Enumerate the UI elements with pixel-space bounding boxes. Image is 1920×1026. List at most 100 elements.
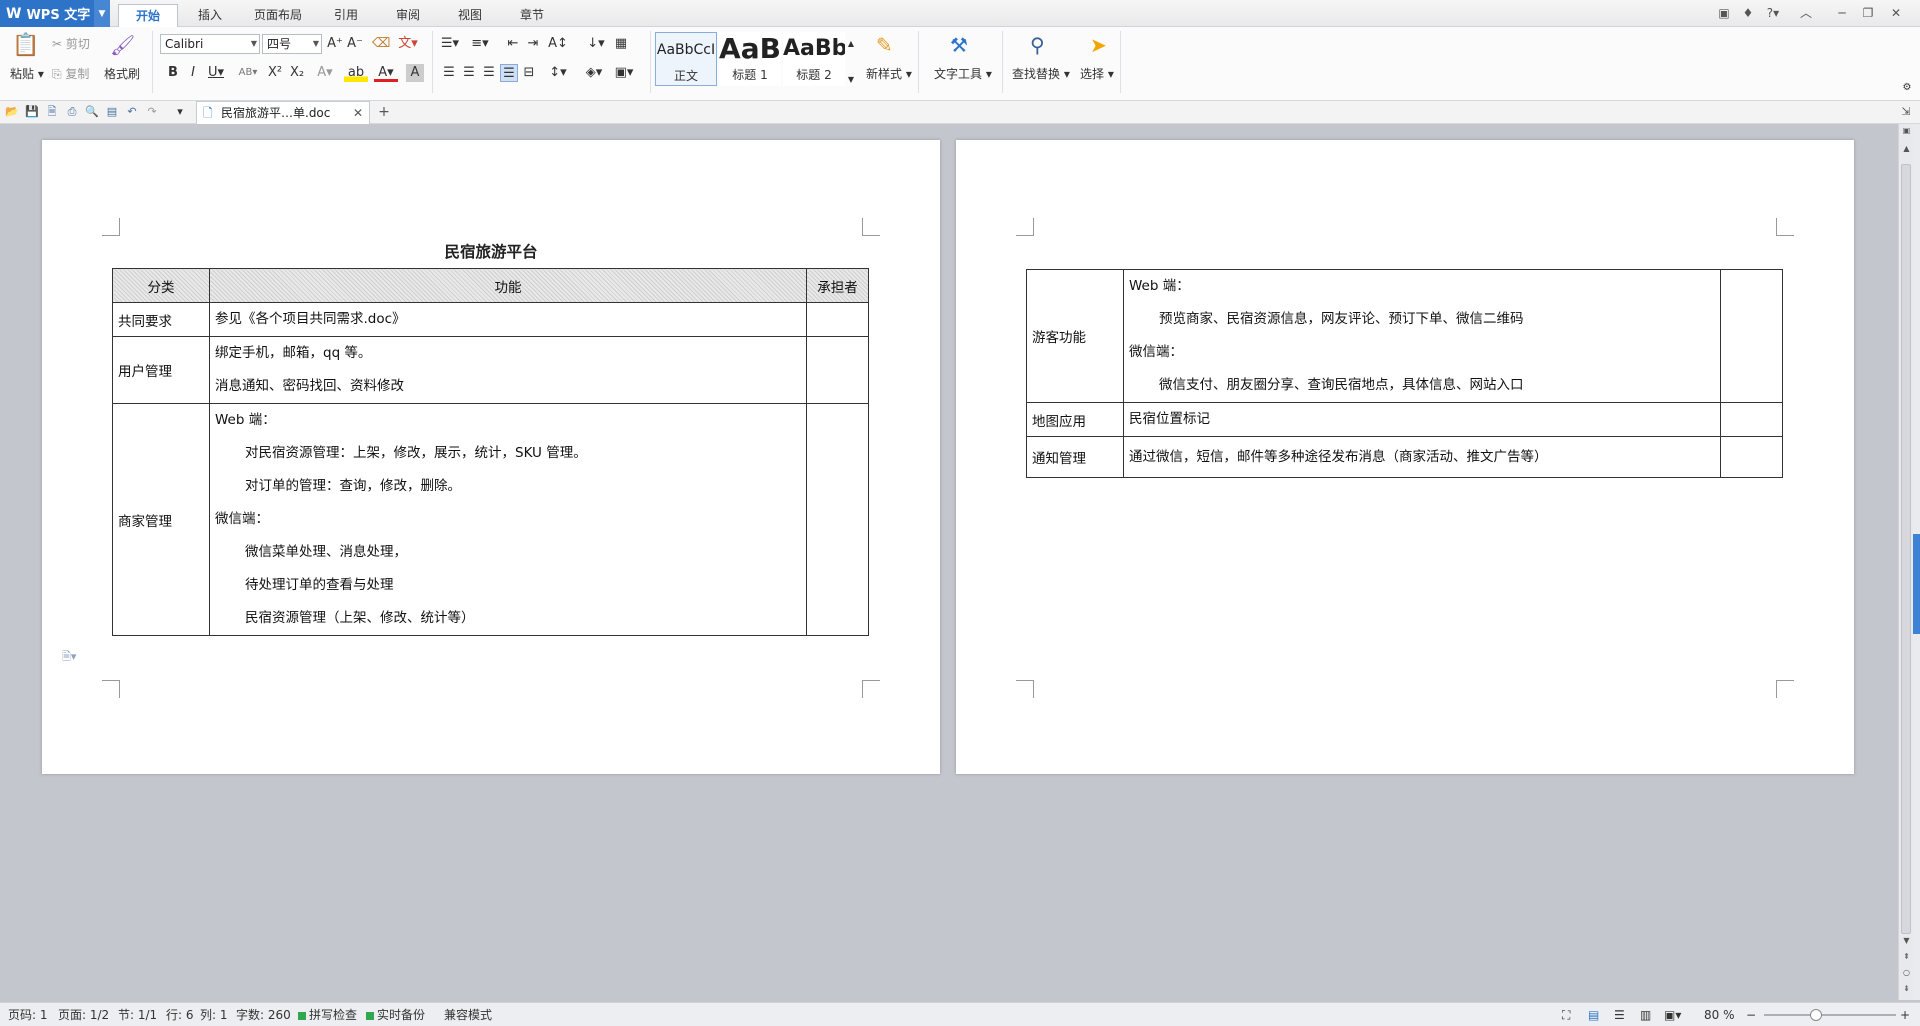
tab-home[interactable]: 开始 [118, 4, 178, 27]
table-row[interactable]: 商家管理 Web 端： 对民宿资源管理：上架，修改，展示，统计，SKU 管理。 … [112, 403, 869, 636]
document-tab[interactable]: 🗋 民宿旅游平…单.doc ✕ [196, 101, 370, 124]
tab-references[interactable]: 引用 [322, 4, 370, 27]
ruler-toggle-icon[interactable]: ▣ [1899, 124, 1914, 138]
font-color-icon[interactable]: A▾ [374, 64, 398, 82]
restore-icon[interactable]: ❐ [1858, 4, 1878, 22]
align-left-icon[interactable]: ☰ [440, 64, 458, 82]
owner-cell[interactable] [806, 403, 869, 636]
styles-more-icon[interactable]: ▼ [846, 71, 856, 89]
tab-view[interactable]: 视图 [446, 4, 494, 27]
save-as-icon[interactable]: 🗎 [44, 104, 60, 120]
print-preview-icon[interactable]: 🔍 [84, 104, 100, 120]
owner-cell[interactable] [1720, 269, 1783, 403]
copy-button[interactable]: ⎘ 复制 [52, 65, 89, 82]
help-icon[interactable]: ?▾ [1760, 4, 1786, 22]
page-view-icon[interactable]: ▤ [1588, 1003, 1599, 1026]
zoom-level[interactable]: 80 % [1704, 1003, 1735, 1026]
side-panel-strip[interactable] [1913, 124, 1920, 1000]
status-pages[interactable]: 页面: 1/2 [58, 1003, 109, 1026]
fullscreen-icon[interactable]: ⛶ [1562, 1003, 1570, 1026]
spell-check-toggle[interactable]: 拼写检查 [298, 1003, 357, 1026]
paste-button[interactable]: 粘贴 ▾ [10, 65, 44, 82]
close-tab-icon[interactable]: ✕ [353, 102, 363, 124]
table-grid-icon[interactable]: ▦ [612, 35, 630, 53]
bold-icon[interactable]: B [164, 64, 182, 82]
chevron-down-icon[interactable]: ▼ [94, 0, 110, 27]
tab-insert[interactable]: 插入 [186, 4, 234, 27]
redo-icon[interactable]: ↷ [144, 104, 160, 120]
text-direction-icon[interactable]: A↕ [546, 35, 570, 53]
category-cell[interactable]: 地图应用 [1026, 402, 1124, 437]
binoculars-icon[interactable]: ⚲ [1030, 33, 1045, 57]
highlight-icon[interactable]: ab [344, 64, 368, 82]
char-shading-icon[interactable]: A [406, 64, 424, 82]
borders-icon[interactable]: ▣▾ [612, 64, 636, 82]
minimize-icon[interactable]: ─ [1832, 4, 1852, 22]
grow-font-icon[interactable]: A⁺ [326, 35, 344, 53]
category-cell[interactable]: 商家管理 [112, 403, 210, 636]
bar-options-icon[interactable]: ⇲ [1898, 104, 1914, 120]
category-cell[interactable]: 用户管理 [112, 336, 210, 404]
format-painter-button[interactable]: 格式刷 [104, 65, 140, 82]
subscript-icon[interactable]: X₂ [288, 64, 306, 82]
select-button[interactable]: 选择 ▾ [1080, 65, 1114, 82]
owner-cell[interactable] [1720, 402, 1783, 437]
paste-icon[interactable]: 📋 [12, 33, 39, 59]
scroll-thumb[interactable] [1901, 164, 1911, 934]
function-cell[interactable]: 参见《各个项目共同需求.doc》 [209, 302, 807, 337]
side-panel-handle[interactable] [1913, 534, 1920, 634]
scroll-up-icon[interactable]: ▲ [1899, 142, 1914, 156]
tab-review[interactable]: 审阅 [384, 4, 432, 27]
find-replace-button[interactable]: 查找替换 ▾ [1012, 65, 1070, 82]
text-tools-icon[interactable]: ⚒ [950, 33, 968, 57]
new-tab-icon[interactable]: + [376, 104, 392, 120]
new-style-button[interactable]: 新样式 ▾ [866, 65, 912, 82]
status-word-count[interactable]: 字数: 260 [236, 1003, 291, 1026]
skin-icon[interactable]: ▣ [1714, 4, 1734, 22]
clear-format-icon[interactable]: ⌫ [372, 35, 390, 53]
undo-icon[interactable]: ↶ [124, 104, 140, 120]
requirements-table[interactable]: 分类 功能 承担者 共同要求 参见《各个项目共同需求.doc》 用户管理 绑定手… [112, 268, 869, 636]
close-icon[interactable]: ✕ [1886, 4, 1906, 22]
new-style-icon[interactable]: ✎ [876, 33, 893, 57]
shirt-icon[interactable]: ♦ [1738, 4, 1758, 22]
superscript-icon[interactable]: X² [266, 64, 284, 82]
pdf-icon[interactable]: ▤ [104, 104, 120, 120]
customize-icon[interactable]: ▾ [172, 104, 188, 120]
justify-icon[interactable]: ☰ [500, 64, 518, 82]
function-cell[interactable]: 绑定手机，邮箱，qq 等。 消息通知、密码找回、资料修改 [209, 336, 807, 404]
table-row[interactable]: 游客功能 Web 端： 预览商家、民宿资源信息，网友评论、预订下单、微信二维码 … [1026, 269, 1783, 403]
reading-mode-icon[interactable]: ▣▾ [1664, 1003, 1681, 1026]
document-page-1[interactable]: 民宿旅游平台 分类 功能 承担者 共同要求 参见《各个项目共同需求.doc》 用… [42, 140, 940, 774]
cursor-icon[interactable]: ➤ [1090, 33, 1107, 57]
category-cell[interactable]: 通知管理 [1026, 436, 1124, 478]
scroll-down-icon[interactable]: ▼ [1899, 934, 1914, 948]
italic-icon[interactable]: I [184, 64, 202, 82]
status-page-number[interactable]: 页码: 1 [8, 1003, 48, 1026]
prev-page-icon[interactable]: ⇞ [1899, 950, 1914, 964]
app-menu-button[interactable]: W WPS 文字 ▼ [0, 0, 110, 27]
backup-toggle[interactable]: 实时备份 [366, 1003, 425, 1026]
underline-icon[interactable]: U▾ [204, 64, 228, 82]
style-heading-2[interactable]: AaBb 标题 2 [783, 32, 845, 86]
ribbon-settings-icon[interactable]: ⚙ [1898, 79, 1916, 97]
cut-button[interactable]: ✂ 剪切 [52, 35, 90, 52]
shrink-font-icon[interactable]: A⁻ [346, 35, 364, 53]
owner-cell[interactable] [806, 336, 869, 404]
decrease-indent-icon[interactable]: ⇤ [504, 35, 522, 53]
shading-icon[interactable]: ◈▾ [582, 64, 606, 82]
increase-indent-icon[interactable]: ⇥ [524, 35, 542, 53]
bullet-list-icon[interactable]: ☰▾ [438, 35, 462, 53]
style-normal[interactable]: AaBbCcI 正文 [655, 32, 717, 86]
numbered-list-icon[interactable]: ≡▾ [468, 35, 492, 53]
font-size-select[interactable]: 四号 ▼ [262, 34, 322, 54]
collapse-ribbon-icon[interactable]: ︿ [1796, 4, 1816, 22]
table-row[interactable]: 用户管理 绑定手机，邮箱，qq 等。 消息通知、密码找回、资料修改 [112, 336, 869, 404]
function-cell[interactable]: 民宿位置标记 [1123, 402, 1721, 437]
phonetic-guide-icon[interactable]: 文▾ [396, 35, 420, 53]
function-cell[interactable]: 通过微信，短信，邮件等多种途径发布消息（商家活动、推文广告等） [1123, 436, 1721, 478]
distribute-icon[interactable]: ⊟ [520, 64, 538, 82]
print-icon[interactable]: ⎙ [64, 104, 80, 120]
line-spacing-icon[interactable]: ↕▾ [546, 64, 570, 82]
owner-cell[interactable] [1720, 436, 1783, 478]
